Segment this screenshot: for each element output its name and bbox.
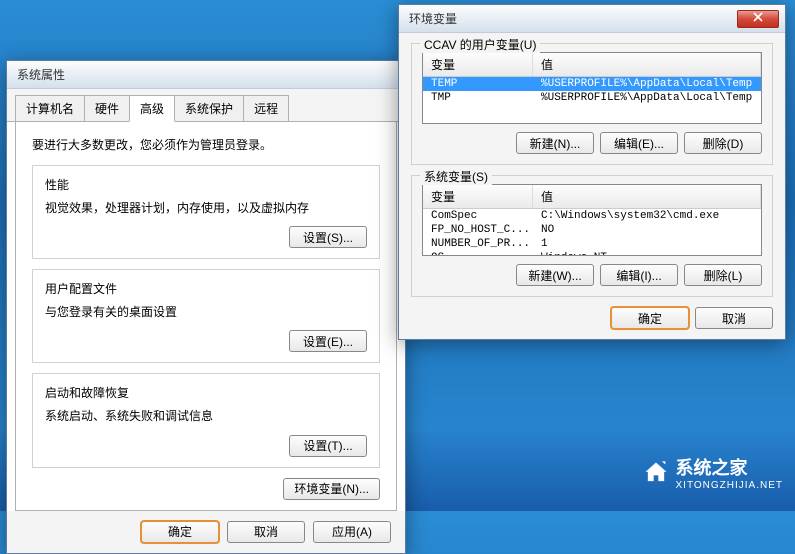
column-variable[interactable]: 变量 bbox=[423, 185, 533, 208]
column-value[interactable]: 值 bbox=[533, 185, 761, 208]
startup-desc: 系统启动、系统失败和调试信息 bbox=[45, 407, 367, 426]
startup-label: 启动和故障恢复 bbox=[45, 384, 367, 401]
column-value[interactable]: 值 bbox=[533, 53, 761, 76]
tabstrip: 计算机名 硬件 高级 系统保护 远程 bbox=[7, 89, 405, 122]
list-item[interactable]: TEMP %USERPROFILE%\AppData\Local\Temp bbox=[423, 77, 761, 91]
list-item[interactable]: FP_NO_HOST_C... NO bbox=[423, 223, 761, 237]
list-header: 变量 值 bbox=[423, 53, 761, 77]
var-value: C:\Windows\system32\cmd.exe bbox=[533, 209, 761, 223]
var-value: 1 bbox=[533, 237, 761, 251]
ok-button[interactable]: 确定 bbox=[611, 307, 689, 329]
var-name: ComSpec bbox=[423, 209, 533, 223]
user-variables-list[interactable]: 变量 值 TEMP %USERPROFILE%\AppData\Local\Te… bbox=[422, 52, 762, 124]
tab-advanced[interactable]: 高级 bbox=[129, 95, 175, 122]
var-name: OS bbox=[423, 251, 533, 256]
list-item[interactable]: TMP %USERPROFILE%\AppData\Local\Temp bbox=[423, 91, 761, 105]
performance-desc: 视觉效果，处理器计划，内存使用，以及虚拟内存 bbox=[45, 199, 367, 218]
list-item[interactable]: OS Windows_NT bbox=[423, 251, 761, 256]
var-value: %USERPROFILE%\AppData\Local\Temp bbox=[533, 77, 761, 91]
titlebar[interactable]: 系统属性 bbox=[7, 61, 405, 89]
list-item[interactable]: ComSpec C:\Windows\system32\cmd.exe bbox=[423, 209, 761, 223]
var-name: TEMP bbox=[423, 77, 533, 91]
delete-user-var-button[interactable]: 删除(D) bbox=[684, 132, 762, 154]
tab-computer-name[interactable]: 计算机名 bbox=[15, 95, 85, 121]
startup-group: 启动和故障恢复 系统启动、系统失败和调试信息 设置(T)... bbox=[32, 373, 380, 467]
tab-content-advanced: 要进行大多数更改，您必须作为管理员登录。 性能 视觉效果，处理器计划，内存使用，… bbox=[15, 122, 397, 511]
list-header: 变量 值 bbox=[423, 185, 761, 209]
environment-variables-dialog: 环境变量 CCAV 的用户变量(U) 变量 值 TEMP %USERPROFIL… bbox=[398, 4, 786, 340]
window-title: 环境变量 bbox=[409, 10, 737, 27]
titlebar[interactable]: 环境变量 bbox=[399, 5, 785, 33]
tab-system-protection[interactable]: 系统保护 bbox=[174, 95, 244, 121]
performance-settings-button[interactable]: 设置(S)... bbox=[289, 226, 367, 248]
var-name: NUMBER_OF_PR... bbox=[423, 237, 533, 251]
cancel-button[interactable]: 取消 bbox=[227, 521, 305, 543]
close-button[interactable] bbox=[737, 10, 779, 28]
var-value: %USERPROFILE%\AppData\Local\Temp bbox=[533, 91, 761, 105]
edit-user-var-button[interactable]: 编辑(E)... bbox=[600, 132, 678, 154]
profiles-label: 用户配置文件 bbox=[45, 280, 367, 297]
system-variables-list[interactable]: 变量 值 ComSpec C:\Windows\system32\cmd.exe… bbox=[422, 184, 762, 256]
cancel-button[interactable]: 取消 bbox=[695, 307, 773, 329]
var-value: NO bbox=[533, 223, 761, 237]
dialog-body: CCAV 的用户变量(U) 变量 值 TEMP %USERPROFILE%\Ap… bbox=[399, 33, 785, 339]
system-properties-window: 系统属性 计算机名 硬件 高级 系统保护 远程 要进行大多数更改，您必须作为管理… bbox=[6, 60, 406, 554]
window-title: 系统属性 bbox=[17, 66, 399, 83]
user-variables-legend: CCAV 的用户变量(U) bbox=[420, 36, 540, 53]
apply-button[interactable]: 应用(A) bbox=[313, 521, 391, 543]
watermark-name: 系统之家 bbox=[676, 458, 748, 478]
profiles-settings-button[interactable]: 设置(E)... bbox=[289, 330, 367, 352]
var-name: FP_NO_HOST_C... bbox=[423, 223, 533, 237]
house-icon bbox=[642, 459, 670, 487]
watermark-url: XITONGZHIJIA.NET bbox=[676, 480, 784, 491]
watermark: 系统之家 XITONGZHIJIA.NET bbox=[642, 454, 784, 491]
delete-system-var-button[interactable]: 删除(L) bbox=[684, 264, 762, 286]
new-system-var-button[interactable]: 新建(W)... bbox=[516, 264, 594, 286]
performance-label: 性能 bbox=[45, 176, 367, 193]
new-user-var-button[interactable]: 新建(N)... bbox=[516, 132, 594, 154]
environment-variables-button[interactable]: 环境变量(N)... bbox=[283, 478, 380, 500]
tab-hardware[interactable]: 硬件 bbox=[84, 95, 130, 121]
edit-system-var-button[interactable]: 编辑(I)... bbox=[600, 264, 678, 286]
var-value: Windows_NT bbox=[533, 251, 761, 256]
ok-button[interactable]: 确定 bbox=[141, 521, 219, 543]
system-variables-group: 系统变量(S) 变量 值 ComSpec C:\Windows\system32… bbox=[411, 175, 773, 297]
startup-settings-button[interactable]: 设置(T)... bbox=[289, 435, 367, 457]
var-name: TMP bbox=[423, 91, 533, 105]
system-variables-legend: 系统变量(S) bbox=[420, 168, 492, 185]
list-item[interactable]: NUMBER_OF_PR... 1 bbox=[423, 237, 761, 251]
dialog-footer: 确定 取消 应用(A) bbox=[7, 511, 405, 553]
performance-group: 性能 视觉效果，处理器计划，内存使用，以及虚拟内存 设置(S)... bbox=[32, 165, 380, 259]
column-variable[interactable]: 变量 bbox=[423, 53, 533, 76]
profiles-group: 用户配置文件 与您登录有关的桌面设置 设置(E)... bbox=[32, 269, 380, 363]
profiles-desc: 与您登录有关的桌面设置 bbox=[45, 303, 367, 322]
admin-intro-text: 要进行大多数更改，您必须作为管理员登录。 bbox=[32, 136, 380, 153]
tab-remote[interactable]: 远程 bbox=[243, 95, 289, 121]
user-variables-group: CCAV 的用户变量(U) 变量 值 TEMP %USERPROFILE%\Ap… bbox=[411, 43, 773, 165]
close-icon bbox=[753, 12, 763, 25]
